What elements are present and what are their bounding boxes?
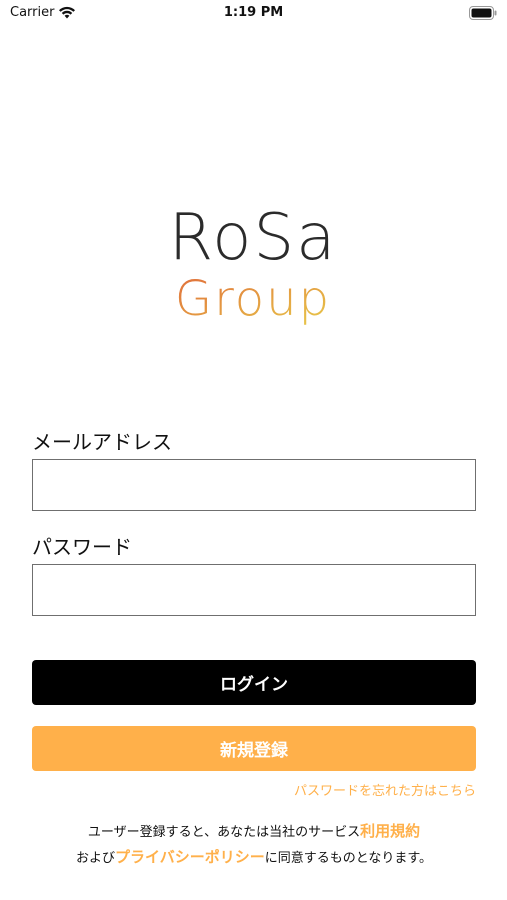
forgot-password-link[interactable]: パスワードを忘れた方はこちら (32, 780, 476, 799)
login-button[interactable]: ログイン (32, 660, 476, 705)
email-field[interactable] (32, 459, 476, 511)
privacy-policy-link[interactable]: プライバシーポリシー (115, 848, 265, 866)
terms-text-middle: および (75, 851, 115, 866)
email-label: メールアドレス (32, 430, 172, 454)
terms-text-before: ユーザー登録すると、あなたは当社のサービス (87, 825, 361, 840)
logo-text-rosa: RoSa (169, 201, 338, 275)
password-label: パスワード (32, 535, 132, 559)
password-field[interactable] (32, 564, 476, 616)
battery-icon (469, 6, 497, 20)
logo-svg: RoSa Group (169, 201, 338, 327)
terms-notice: ユーザー登録すると、あなたは当社のサービス利用規約 およびプライバシーポリシーに… (32, 819, 476, 871)
logo-text-group: Group (175, 271, 331, 327)
status-bar: Carrier 1:19 PM (0, 0, 507, 28)
login-form: メールアドレス パスワード ログイン 新規登録 パスワードを忘れた方はこちら ユ… (32, 428, 476, 871)
rosa-group-logo: RoSa Group (0, 195, 507, 335)
register-button[interactable]: 新規登録 (32, 726, 476, 771)
terms-text-after: に同意するものとなります。 (264, 851, 433, 866)
status-time: 1:19 PM (223, 5, 284, 20)
terms-of-service-link[interactable]: 利用規約 (360, 822, 420, 840)
